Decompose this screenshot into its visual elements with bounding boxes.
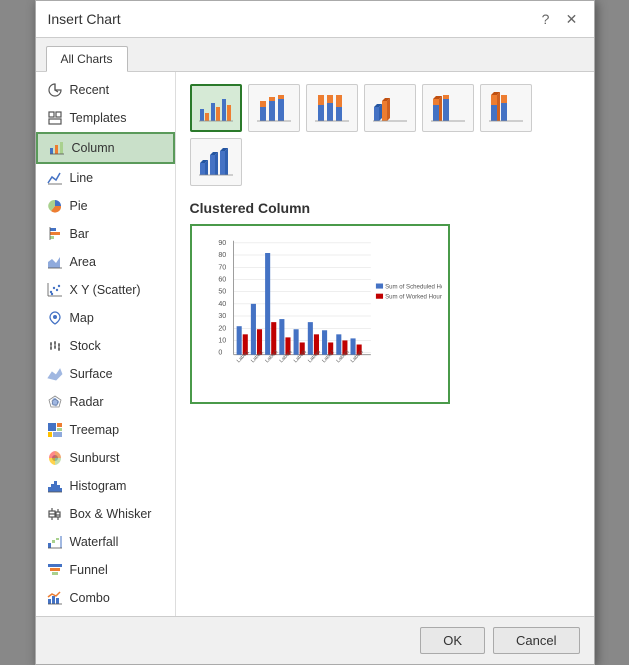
svg-text:80: 80 xyxy=(218,251,226,259)
pie-icon xyxy=(46,197,64,215)
sidebar-item-scatter[interactable]: X Y (Scatter) xyxy=(36,276,175,304)
templates-icon xyxy=(46,109,64,127)
line-icon xyxy=(46,169,64,187)
sidebar-label-treemap: Treemap xyxy=(70,423,120,437)
sidebar-label-waterfall: Waterfall xyxy=(70,535,119,549)
help-button[interactable]: ? xyxy=(536,9,556,29)
sidebar-item-map[interactable]: Map xyxy=(36,304,175,332)
box-icon xyxy=(46,505,64,523)
sidebar-label-radar: Radar xyxy=(70,395,104,409)
sidebar-item-stock[interactable]: Stock xyxy=(36,332,175,360)
sidebar-item-recent[interactable]: Recent xyxy=(36,76,175,104)
sidebar-label-stock: Stock xyxy=(70,339,101,353)
svg-text:70: 70 xyxy=(218,263,226,271)
sidebar-label-surface: Surface xyxy=(70,367,113,381)
sidebar-label-bar: Bar xyxy=(70,227,89,241)
sidebar-label-line: Line xyxy=(70,171,94,185)
map-icon xyxy=(46,309,64,327)
dialog-footer: OK Cancel xyxy=(36,616,594,664)
subtype-3d-100-stacked[interactable] xyxy=(480,84,532,132)
radar-icon xyxy=(46,393,64,411)
sidebar-label-pie: Pie xyxy=(70,199,88,213)
area-icon xyxy=(46,253,64,271)
svg-text:10: 10 xyxy=(218,336,226,344)
sidebar-item-pie[interactable]: Pie xyxy=(36,192,175,220)
subtype-clustered-column[interactable] xyxy=(190,84,242,132)
sidebar-item-area[interactable]: Area xyxy=(36,248,175,276)
chart-subtype-row xyxy=(190,84,580,186)
subtype-3d-clustered[interactable] xyxy=(364,84,416,132)
insert-chart-dialog: Insert Chart ? ✕ All Charts Recent xyxy=(35,0,595,665)
svg-text:60: 60 xyxy=(218,275,226,283)
tab-all-charts[interactable]: All Charts xyxy=(46,46,128,72)
svg-text:20: 20 xyxy=(218,324,226,332)
subtype-3d-stacked[interactable] xyxy=(422,84,474,132)
sidebar-label-box-whisker: Box & Whisker xyxy=(70,507,152,521)
main-panel: Clustered Column 90 80 70 60 50 40 30 20… xyxy=(176,72,594,616)
sidebar-item-treemap[interactable]: Treemap xyxy=(36,416,175,444)
histogram-icon xyxy=(46,477,64,495)
sidebar-label-map: Map xyxy=(70,311,94,325)
title-bar-buttons: ? ✕ xyxy=(536,9,582,29)
sidebar-item-line[interactable]: Line xyxy=(36,164,175,192)
svg-text:Sum of Scheduled Hours: Sum of Scheduled Hours xyxy=(385,284,442,291)
sidebar-item-column[interactable]: Column xyxy=(36,132,175,164)
funnel-icon xyxy=(46,561,64,579)
combo-icon xyxy=(46,589,64,607)
subtype-100-stacked-column[interactable] xyxy=(306,84,358,132)
sidebar-label-column: Column xyxy=(72,141,115,155)
sidebar-item-radar[interactable]: Radar xyxy=(36,388,175,416)
sidebar-item-waterfall[interactable]: Waterfall xyxy=(36,528,175,556)
close-button[interactable]: ✕ xyxy=(562,9,582,29)
treemap-icon xyxy=(46,421,64,439)
sidebar-item-funnel[interactable]: Funnel xyxy=(36,556,175,584)
svg-text:0: 0 xyxy=(218,349,222,357)
svg-text:40: 40 xyxy=(218,300,226,308)
ok-button[interactable]: OK xyxy=(420,627,485,654)
sunburst-icon xyxy=(46,449,64,467)
cancel-button[interactable]: Cancel xyxy=(493,627,579,654)
recent-icon xyxy=(46,81,64,99)
sidebar: Recent Templates Colu xyxy=(36,72,176,616)
subtype-3d-column[interactable] xyxy=(190,138,242,186)
bar-icon xyxy=(46,225,64,243)
sidebar-label-sunburst: Sunburst xyxy=(70,451,120,465)
subtype-stacked-column[interactable] xyxy=(248,84,300,132)
sidebar-item-histogram[interactable]: Histogram xyxy=(36,472,175,500)
chart-preview-box: 90 80 70 60 50 40 30 20 10 0 xyxy=(190,224,450,404)
sidebar-label-recent: Recent xyxy=(70,83,110,97)
svg-text:90: 90 xyxy=(218,239,226,247)
svg-text:30: 30 xyxy=(218,312,226,320)
surface-icon xyxy=(46,365,64,383)
sidebar-item-surface[interactable]: Surface xyxy=(36,360,175,388)
sidebar-item-templates[interactable]: Templates xyxy=(36,104,175,132)
sidebar-label-templates: Templates xyxy=(70,111,127,125)
sidebar-item-sunburst[interactable]: Sunburst xyxy=(36,444,175,472)
sidebar-item-bar[interactable]: Bar xyxy=(36,220,175,248)
tab-bar: All Charts xyxy=(36,38,594,72)
sidebar-label-area: Area xyxy=(70,255,96,269)
column-icon xyxy=(48,139,66,157)
title-bar: Insert Chart ? ✕ xyxy=(36,1,594,38)
svg-text:Sum of Worked Hours: Sum of Worked Hours xyxy=(385,294,442,301)
dialog-title: Insert Chart xyxy=(48,11,121,27)
svg-text:50: 50 xyxy=(218,288,226,296)
dialog-body: Recent Templates Colu xyxy=(36,72,594,616)
sidebar-label-scatter: X Y (Scatter) xyxy=(70,283,141,297)
waterfall-icon xyxy=(46,533,64,551)
sidebar-item-box-whisker[interactable]: Box & Whisker xyxy=(36,500,175,528)
sidebar-item-combo[interactable]: Combo xyxy=(36,584,175,612)
scatter-icon xyxy=(46,281,64,299)
stock-icon xyxy=(46,337,64,355)
sidebar-label-histogram: Histogram xyxy=(70,479,127,493)
sidebar-label-combo: Combo xyxy=(70,591,110,605)
selected-chart-label: Clustered Column xyxy=(190,200,580,216)
sidebar-label-funnel: Funnel xyxy=(70,563,108,577)
